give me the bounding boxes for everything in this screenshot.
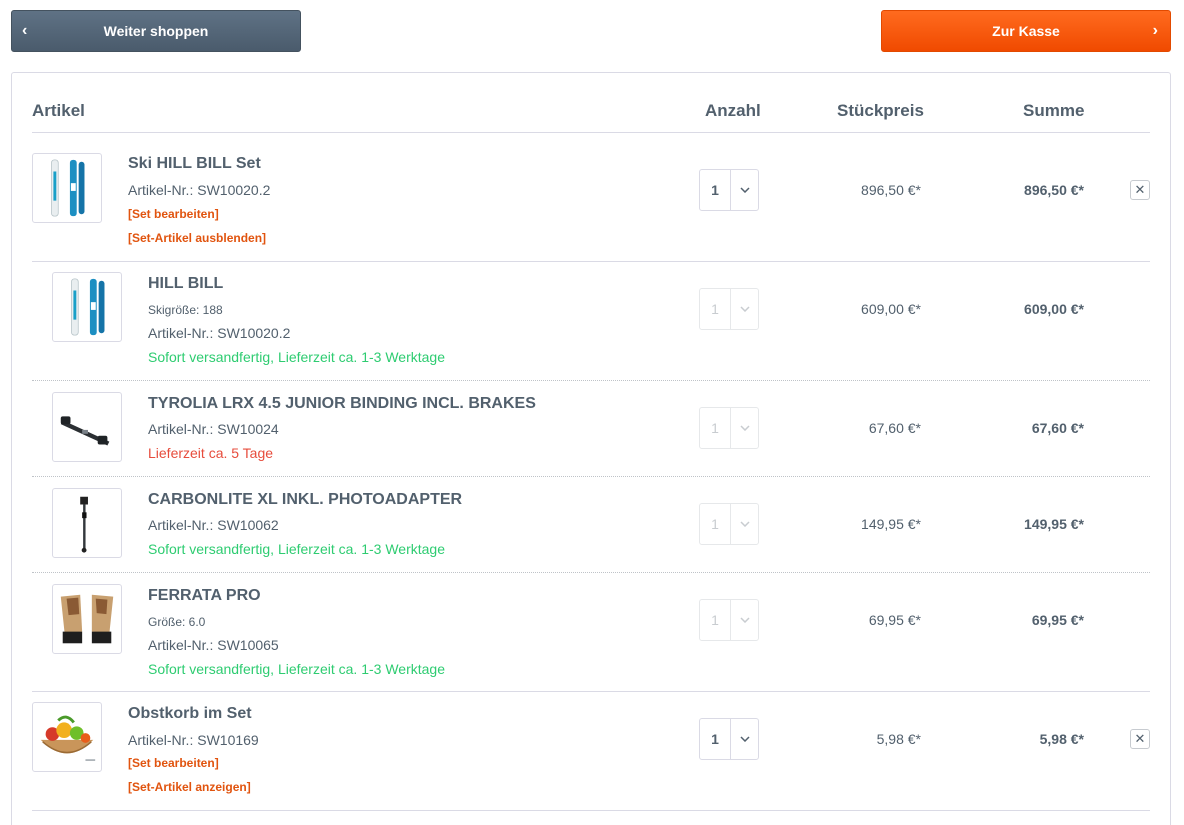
line-total: 149,95 €* [1024, 516, 1084, 532]
quantity-select-disabled: 1 [699, 599, 759, 641]
quantity-value: 1 [711, 420, 719, 436]
cart-row-set-item: FERRATA PRO Größe: 6.0 Artikel-Nr.: SW10… [32, 573, 1150, 692]
header-anzahl: Anzahl [705, 101, 761, 120]
cart-table-header: Artikel Anzahl Stückpreis Summe [32, 73, 1150, 133]
close-icon: ✕ [1134, 182, 1146, 197]
quantity-value: 1 [711, 612, 719, 628]
product-image-ferrata-pro[interactable] [52, 584, 122, 654]
item-article-no: Artikel-Nr.: SW10062 [148, 517, 279, 533]
unit-price: 5,98 €* [876, 731, 921, 747]
line-total: 69,95 €* [1031, 612, 1084, 628]
edit-set-link[interactable]: [Set bearbeiten] [128, 756, 219, 770]
chevron-down-icon [730, 504, 758, 544]
product-image-carbonlite[interactable] [52, 488, 122, 558]
item-name[interactable]: TYROLIA LRX 4.5 JUNIOR BINDING INCL. BRA… [148, 395, 536, 413]
remove-item-button[interactable]: ✕ [1130, 180, 1150, 200]
item-article-no: Artikel-Nr.: SW10024 [148, 421, 279, 437]
chevron-down-icon [730, 170, 758, 210]
product-image-tyrolia[interactable] [52, 392, 122, 462]
gloves-image [60, 594, 114, 644]
line-total: 5,98 €* [1039, 731, 1084, 747]
continue-shopping-label: Weiter shoppen [103, 23, 209, 39]
quantity-select-disabled: 1 [699, 503, 759, 545]
item-name[interactable]: CARBONLITE XL INKL. PHOTOADAPTER [148, 491, 462, 509]
quantity-value: 1 [711, 516, 719, 532]
item-name[interactable]: Obstkorb im Set [128, 705, 252, 723]
item-name[interactable]: HILL BILL [148, 275, 223, 293]
item-article-no: Artikel-Nr.: SW10020.2 [128, 182, 271, 198]
checkout-button[interactable]: Zur Kasse › [881, 10, 1171, 52]
cart-row-set-item: TYROLIA LRX 4.5 JUNIOR BINDING INCL. BRA… [32, 381, 1150, 477]
item-name[interactable]: FERRATA PRO [148, 587, 261, 605]
quantity-value: 1 [711, 301, 719, 317]
continue-shopping-button[interactable]: ‹ Weiter shoppen [11, 10, 301, 52]
cart-row-set-item: CARBONLITE XL INKL. PHOTOADAPTER Artikel… [32, 477, 1150, 573]
checkout-label: Zur Kasse [992, 23, 1060, 39]
hide-set-items-link[interactable]: [Set-Artikel ausblenden] [128, 231, 266, 245]
quantity-select[interactable]: 1 [699, 169, 759, 211]
line-total: 609,00 €* [1024, 301, 1084, 317]
quantity-select-disabled: 1 [699, 288, 759, 330]
chevron-left-icon: ‹ [22, 22, 28, 39]
header-summe: Summe [1023, 101, 1085, 120]
item-name[interactable]: Ski HILL BILL Set [128, 155, 261, 173]
fruit-basket-image [40, 715, 96, 761]
unit-price: 67,60 €* [868, 420, 921, 436]
cart-row-set-item: HILL BILL Skigröße: 188 Artikel-Nr.: SW1… [32, 262, 1150, 381]
product-image-hill-bill[interactable] [52, 272, 122, 342]
edit-set-link[interactable]: [Set bearbeiten] [128, 207, 219, 221]
delivery-status: Sofort versandfertig, Lieferzeit ca. 1-3… [148, 349, 445, 365]
delivery-status: Lieferzeit ca. 5 Tage [148, 445, 274, 461]
item-article-no: Artikel-Nr.: SW10169 [128, 732, 259, 748]
item-variant: Größe: 6.0 [148, 615, 206, 629]
product-image-ski-set[interactable] [32, 153, 102, 223]
header-stueckpreis: Stückpreis [837, 101, 924, 120]
unit-price: 609,00 €* [861, 301, 921, 317]
ski-image [71, 278, 105, 336]
quantity-value: 1 [711, 182, 719, 198]
cart-row-obstkorb-set: Obstkorb im Set Artikel-Nr.: SW10169 [Se… [32, 692, 1150, 811]
trekking-pole-image [80, 496, 88, 553]
unit-price: 149,95 €* [861, 516, 921, 532]
chevron-down-icon [730, 408, 758, 448]
item-article-no: Artikel-Nr.: SW10020.2 [148, 325, 291, 341]
close-icon: ✕ [1134, 731, 1146, 746]
show-set-items-link[interactable]: [Set-Artikel anzeigen] [128, 780, 251, 794]
chevron-right-icon: › [1152, 22, 1158, 39]
item-article-no: Artikel-Nr.: SW10065 [148, 637, 279, 653]
header-artikel: Artikel [32, 101, 85, 120]
chevron-down-icon [730, 289, 758, 329]
product-image-obstkorb[interactable] [32, 702, 102, 772]
cart-table: Artikel Anzahl Stückpreis Summe Ski HILL… [11, 72, 1171, 825]
chevron-down-icon [730, 719, 758, 759]
ski-image [51, 159, 85, 217]
remove-item-button[interactable]: ✕ [1130, 729, 1150, 749]
line-total: 896,50 €* [1024, 182, 1084, 198]
quantity-select[interactable]: 1 [699, 718, 759, 760]
delivery-status: Sofort versandfertig, Lieferzeit ca. 1-3… [148, 541, 445, 557]
unit-price: 896,50 €* [861, 182, 921, 198]
item-variant: Skigröße: 188 [148, 303, 223, 317]
chevron-down-icon [730, 600, 758, 640]
ski-binding-image [60, 416, 110, 446]
delivery-status: Sofort versandfertig, Lieferzeit ca. 1-3… [148, 661, 445, 677]
quantity-value: 1 [711, 731, 719, 747]
unit-price: 69,95 €* [868, 612, 921, 628]
cart-row-ski-set: Ski HILL BILL Set Artikel-Nr.: SW10020.2… [32, 133, 1150, 262]
quantity-select-disabled: 1 [699, 407, 759, 449]
line-total: 67,60 €* [1031, 420, 1084, 436]
